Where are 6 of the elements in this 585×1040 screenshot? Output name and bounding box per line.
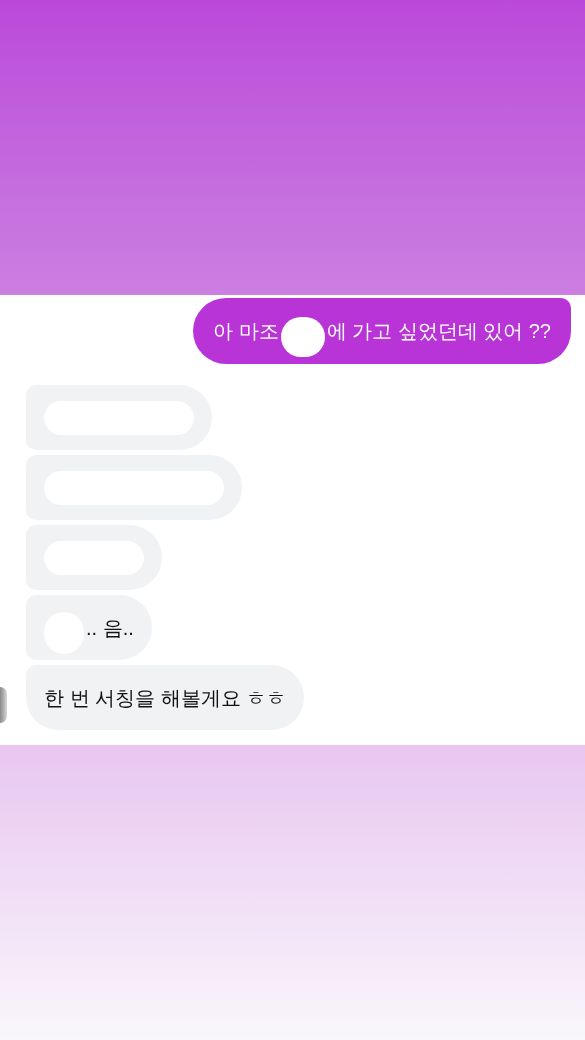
message-text: 한 번 서칭을 해볼게요 ㅎㅎ [44,685,287,711]
redaction-mark [280,317,325,357]
avatar[interactable] [0,687,7,723]
message-text: 아 마조 [212,319,279,344]
message-text: 에 가고 싶었던데 있어 ?? [326,319,551,344]
message-text: .. 음.. [86,615,134,641]
